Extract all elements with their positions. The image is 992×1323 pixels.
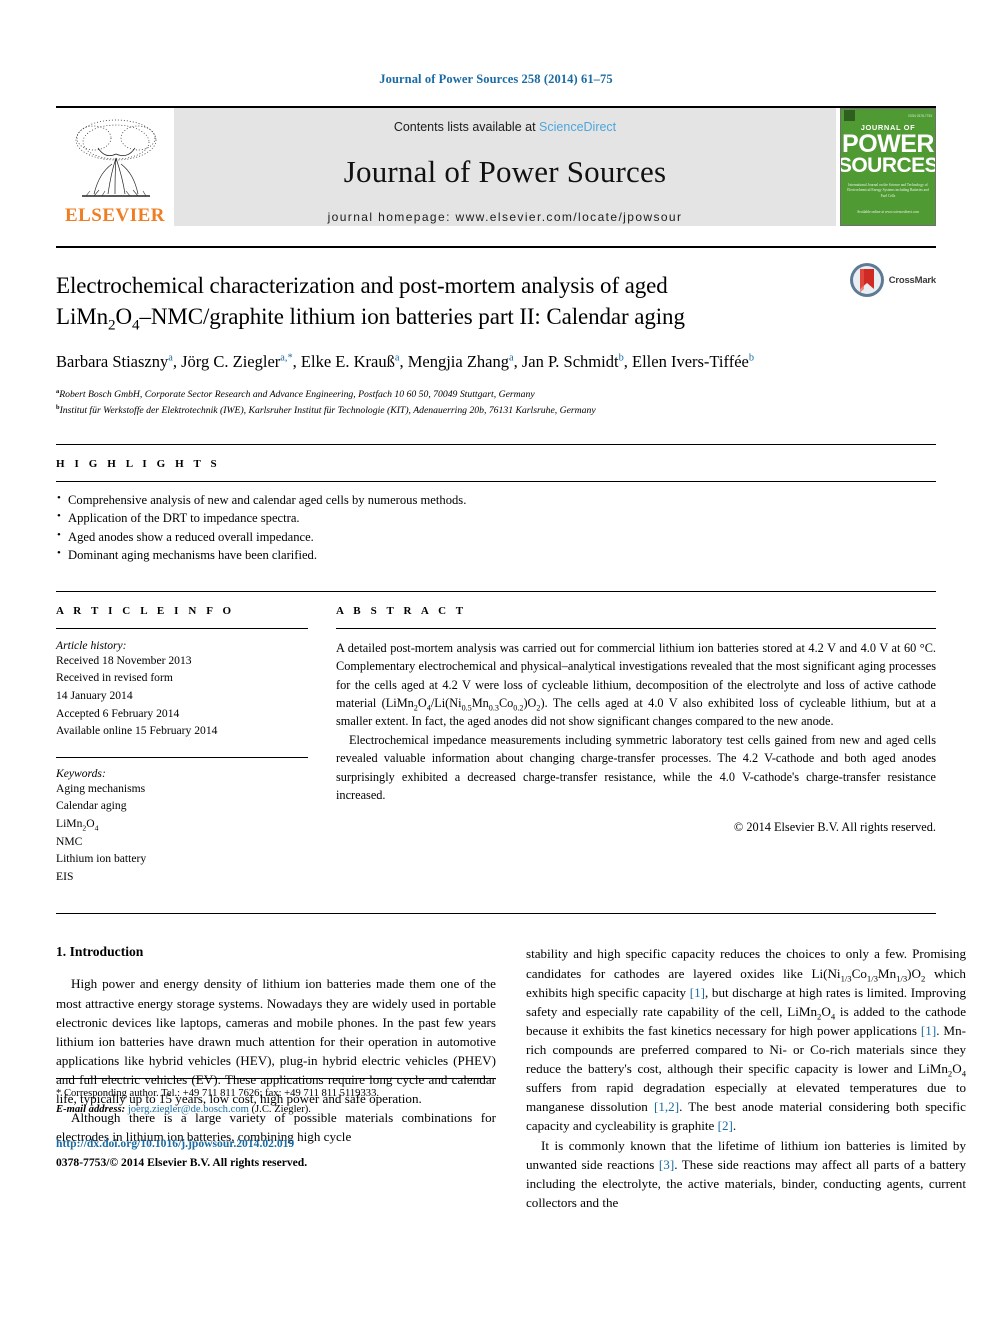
abstract-column: A B S T R A C T A detailed post-mortem a…: [336, 605, 936, 886]
cover-issue-text: ISSN 0378-7753: [908, 113, 932, 118]
title-line-1: Electrochemical characterization and pos…: [56, 273, 668, 298]
author-entry: Elke E. Kraußa,: [300, 351, 408, 371]
masthead-center: Contents lists available at ScienceDirec…: [174, 108, 836, 226]
title-block: CrossMark Electrochemical characterizati…: [56, 246, 936, 419]
body-column-left: 1. Introduction High power and energy de…: [56, 944, 496, 1212]
section-heading-introduction: 1. Introduction: [56, 944, 144, 960]
history-item: Received in revised form: [56, 671, 173, 685]
citation-link[interactable]: [3]: [659, 1157, 674, 1172]
crossmark-icon: [849, 263, 884, 297]
citation-link[interactable]: [1]: [690, 985, 705, 1000]
journal-masthead: ELSEVIER Contents lists available at Sci…: [56, 106, 936, 226]
affiliation-item: bInstitut für Werkstoffe der Elektrotech…: [56, 403, 596, 416]
keyword-item: LiMn2O4: [56, 816, 99, 833]
journal-cover-thumbnail: ISSN 0378-7753 JOURNAL OF POWER SOURCES …: [840, 108, 936, 226]
email-suffix: (J.C. Ziegler).: [251, 1104, 311, 1116]
issn-copyright-line: 0378-7753/© 2014 Elsevier B.V. All right…: [56, 1156, 308, 1170]
highlights-label: H I G H L I G H T S: [56, 457, 221, 470]
highlights-section: H I G H L I G H T S Comprehensive analys…: [56, 443, 936, 565]
journal-homepage-link[interactable]: journal homepage: www.elsevier.com/locat…: [328, 210, 683, 224]
cover-subtitle: International Journal on the Science and…: [847, 182, 929, 198]
list-item: Aged anodes show a reduced overall imped…: [56, 527, 936, 547]
corresponding-author-footnote: * Corresponding author. Tel.: +49 711 81…: [56, 1078, 496, 1118]
list-item: Dominant aging mechanisms have been clar…: [56, 545, 936, 565]
article-info-divider: [56, 627, 308, 629]
crossmark-badge[interactable]: CrossMark: [849, 262, 936, 298]
cover-top-strip: ISSN 0378-7753: [841, 109, 935, 122]
body-paragraph: It is commonly known that the lifetime o…: [526, 1137, 967, 1210]
cover-power-label: POWER: [842, 130, 934, 158]
email-label: E-mail address:: [56, 1104, 126, 1116]
abstract-divider: [336, 627, 936, 629]
cover-bottom-text: Available online at www.sciencedirect.co…: [856, 210, 920, 215]
copyright-line: © 2014 Elsevier B.V. All rights reserved…: [733, 819, 936, 834]
author-entry: Ellen Ivers-Tifféeb: [632, 351, 755, 371]
journal-title: Journal of Power Sources: [343, 154, 667, 189]
keyword-item: Lithium ion battery: [56, 852, 147, 866]
author-entry: Jörg C. Zieglera,*,: [181, 351, 301, 371]
article-history-label: Article history:: [56, 638, 127, 652]
cover-elsevier-mini-logo: [844, 110, 855, 121]
abstract-body: A detailed post-mortem analysis was carr…: [336, 639, 936, 835]
citation-link[interactable]: [1]: [921, 1023, 936, 1038]
cover-sources-label: SOURCES: [840, 154, 936, 178]
corresponding-author-line: * Corresponding author. Tel.: +49 711 81…: [56, 1088, 380, 1100]
body-column-right: stability and high specific capacity red…: [526, 944, 966, 1212]
history-item: 14 January 2014: [56, 688, 133, 702]
history-item: Received 18 November 2013: [56, 653, 192, 667]
article-page: Journal of Power Sources 258 (2014) 61–7…: [0, 0, 992, 1323]
list-item: Comprehensive analysis of new and calend…: [56, 490, 936, 510]
affiliation-item: aRobert Bosch GmbH, Corporate Sector Res…: [56, 388, 535, 401]
history-item: Available online 15 February 2014: [56, 724, 218, 738]
affiliation-list: aRobert Bosch GmbH, Corporate Sector Res…: [56, 387, 936, 418]
article-body: 1. Introduction High power and energy de…: [56, 913, 966, 1212]
keyword-item: NMC: [56, 834, 83, 848]
title-line-2: LiMn2O4–NMC/graphite lithium ion batteri…: [56, 304, 685, 334]
crossmark-label: CrossMark: [888, 274, 937, 286]
doi-link[interactable]: http://dx.doi.org/10.1016/j.jpowsour.201…: [56, 1136, 496, 1153]
keywords-block: Keywords: Aging mechanisms Calendar agin…: [56, 756, 308, 886]
email-line: E-mail address: joerg.ziegler@de.bosch.c…: [56, 1102, 496, 1118]
contents-prefix: Contents lists available at: [393, 120, 536, 134]
page-title: Electrochemical characterization and pos…: [56, 270, 936, 333]
keyword-item: Calendar aging: [56, 799, 127, 813]
keywords-label: Keywords:: [56, 766, 106, 780]
highlights-divider: [56, 480, 936, 482]
info-abstract-row: A R T I C L E I N F O Article history: R…: [56, 590, 936, 886]
list-item: Application of the DRT to impedance spec…: [56, 508, 936, 528]
running-head: Journal of Power Sources 258 (2014) 61–7…: [379, 72, 613, 86]
keyword-item: EIS: [56, 869, 74, 883]
sciencedirect-link[interactable]: ScienceDirect: [539, 120, 616, 134]
author-list: Barbara Stiasznya, Jörg C. Zieglera,*, E…: [56, 350, 936, 375]
contents-available-line: Contents lists available at ScienceDirec…: [394, 120, 616, 134]
citation-link[interactable]: [2]: [718, 1118, 733, 1133]
author-entry: Jan P. Schmidtb,: [521, 351, 632, 371]
body-paragraph: stability and high specific capacity red…: [526, 946, 967, 1134]
abstract-label: A B S T R A C T: [336, 604, 467, 617]
elsevier-logo: ELSEVIER: [56, 108, 174, 226]
article-info-label: A R T I C L E I N F O: [56, 604, 235, 617]
email-link[interactable]: joerg.ziegler@de.bosch.com: [128, 1104, 249, 1115]
article-info-column: A R T I C L E I N F O Article history: R…: [56, 605, 308, 886]
history-item: Accepted 6 February 2014: [56, 706, 180, 720]
highlights-list: Comprehensive analysis of new and calend…: [56, 490, 936, 565]
abstract-paragraph: Electrochemical impedance measurements i…: [336, 732, 936, 803]
doi-block: http://dx.doi.org/10.1016/j.jpowsour.201…: [56, 1136, 496, 1172]
elsevier-wordmark: ELSEVIER: [64, 205, 166, 226]
author-entry: Barbara Stiasznya,: [56, 351, 182, 371]
citation-link[interactable]: [1,2]: [654, 1099, 679, 1114]
elsevier-tree-icon: [75, 119, 157, 197]
author-entry: Mengjia Zhanga,: [407, 351, 522, 371]
keyword-item: Aging mechanisms: [56, 781, 146, 795]
abstract-paragraph: A detailed post-mortem analysis was carr…: [336, 640, 936, 729]
